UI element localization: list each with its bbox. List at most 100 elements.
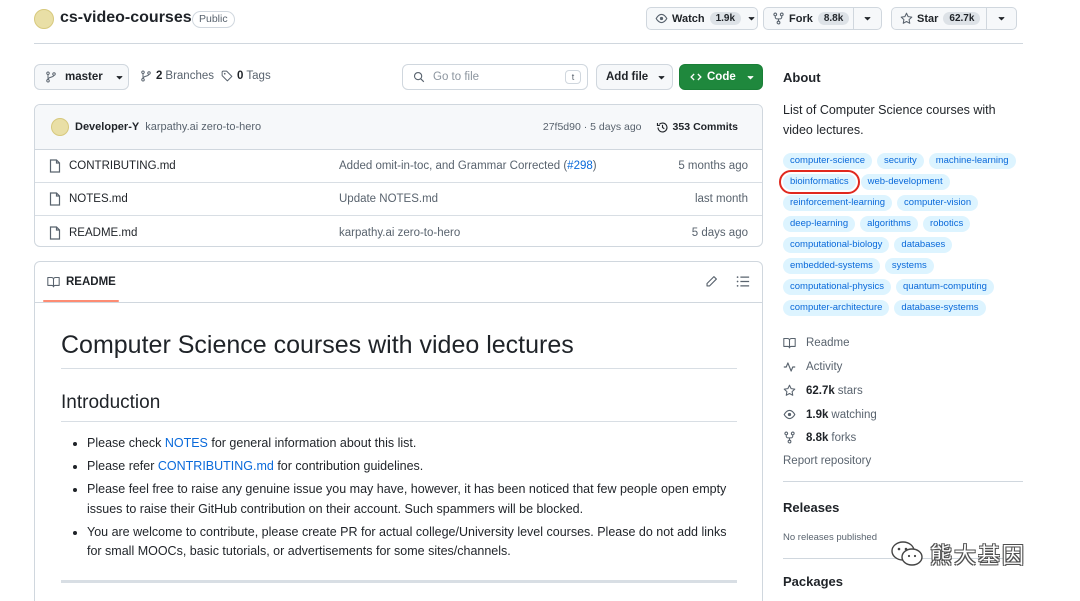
branch-icon — [45, 71, 57, 83]
chevron-down-icon — [997, 14, 1006, 23]
file-name[interactable]: CONTRIBUTING.md — [69, 160, 339, 172]
topics-list: computer-science security machine-learning… — [779, 153, 1028, 316]
topic-tag[interactable]: computational-biology — [783, 237, 890, 253]
history-icon — [656, 121, 669, 134]
file-commit-message[interactable]: Update NOTES.md — [339, 193, 438, 205]
avatar[interactable] — [51, 118, 69, 136]
commit-author[interactable]: Developer-Y — [75, 121, 139, 133]
fork-count: 8.8k — [817, 12, 850, 25]
eye-icon — [655, 12, 668, 25]
file-name[interactable]: NOTES.md — [69, 193, 339, 205]
watching-link[interactable]: 1.9k watching — [783, 408, 877, 421]
no-releases-text: No releases published — [783, 532, 878, 543]
tab-readme[interactable]: README — [35, 262, 116, 302]
topic-tag[interactable]: computer-architecture — [783, 300, 890, 316]
notes-link[interactable]: NOTES — [165, 436, 208, 450]
stars-link[interactable]: 62.7k stars — [783, 384, 863, 397]
fork-icon — [783, 431, 797, 444]
report-repository-link[interactable]: Report repository — [783, 455, 871, 467]
topic-tag[interactable]: computer-vision — [897, 195, 979, 211]
file-row[interactable]: README.md karpathy.ai zero-to-hero 5 day… — [35, 216, 762, 246]
commit-message[interactable]: karpathy.ai zero-to-hero — [145, 121, 261, 133]
activity-link[interactable]: Activity — [783, 361, 842, 373]
file-row[interactable]: CONTRIBUTING.md Added omit-in-toc, and G… — [35, 150, 762, 183]
star-count: 62.7k — [943, 12, 981, 25]
list-item: Please feel free to raise any genuine is… — [87, 480, 727, 519]
fork-dropdown-button[interactable] — [853, 7, 882, 30]
file-name[interactable]: README.md — [69, 227, 339, 239]
topic-tag[interactable]: algorithms — [860, 216, 918, 232]
packages-heading[interactable]: Packages — [783, 574, 843, 589]
fork-button[interactable]: Fork 8.8k — [763, 7, 854, 30]
search-icon — [413, 71, 425, 83]
list-item: Please check NOTES for general informati… — [87, 434, 727, 454]
readme-link[interactable]: Readme — [783, 337, 849, 349]
file-row[interactable]: NOTES.md Update NOTES.md last month — [35, 183, 762, 216]
list-item: Please refer CONTRIBUTING.md for contrib… — [87, 457, 727, 477]
list-item-text: Please feel free to raise any genuine is… — [87, 482, 727, 516]
tags-link[interactable]: 0 Tags — [221, 70, 271, 82]
file-commit-message[interactable]: karpathy.ai zero-to-hero — [339, 227, 460, 239]
pr-link[interactable]: #298 — [567, 160, 593, 172]
commits-link[interactable]: 353 Commits — [656, 121, 738, 134]
forks-link[interactable]: 8.8k forks — [783, 431, 856, 444]
list-item-text: You are welcome to contribute, please cr… — [87, 524, 727, 559]
file-age: 5 days ago — [691, 226, 748, 239]
topic-tag[interactable]: systems — [884, 258, 934, 274]
readme-header-divider — [35, 302, 762, 303]
list-item-text: Please refer — [87, 459, 158, 473]
topic-tag[interactable]: computational-physics — [783, 279, 891, 295]
chevron-down-icon — [747, 14, 756, 23]
outline-list-icon[interactable] — [736, 275, 750, 288]
header-divider — [34, 43, 1023, 44]
topic-tag[interactable]: web-development — [860, 174, 950, 190]
go-to-file-input[interactable]: Go to file t — [402, 64, 588, 90]
branch-selector[interactable]: master — [34, 64, 129, 90]
file-age: 5 months ago — [678, 160, 748, 172]
sidebar-divider — [783, 481, 1023, 482]
book-icon — [47, 276, 60, 288]
file-age: last month — [694, 193, 748, 205]
topic-tag[interactable]: machine-learning — [928, 153, 1016, 169]
topic-tag[interactable]: computer-science — [783, 153, 872, 169]
file-icon — [49, 225, 61, 240]
file-icon — [49, 192, 61, 206]
heading-divider — [61, 368, 737, 369]
list-item-text: for general information about this list. — [207, 436, 417, 450]
readme-title: Computer Science courses with video lect… — [61, 331, 574, 359]
contributing-link[interactable]: CONTRIBUTING.md — [158, 459, 274, 473]
pulse-icon — [783, 361, 797, 373]
topic-tag[interactable]: embedded-systems — [783, 258, 880, 274]
topic-tag[interactable]: robotics — [922, 216, 971, 232]
star-button[interactable]: Star 62.7k — [891, 7, 987, 30]
go-to-file-placeholder: Go to file — [433, 71, 480, 83]
watching-count: 1.9k — [806, 408, 829, 421]
code-button[interactable]: Code — [679, 64, 763, 90]
commit-hash-time[interactable]: 27f5d90 · 5 days ago — [543, 121, 642, 133]
file-commit-message[interactable]: Added omit-in-toc, and Grammar Corrected… — [339, 160, 597, 172]
topic-tag[interactable]: databases — [894, 237, 953, 253]
pencil-icon[interactable] — [705, 275, 718, 288]
about-heading: About — [783, 70, 821, 85]
branches-count: 2 — [156, 70, 163, 82]
topic-tag[interactable]: bioinformatics — [779, 170, 860, 194]
star-label: Star — [917, 12, 939, 25]
repo-name[interactable]: cs-video-courses — [60, 9, 192, 27]
topic-tag[interactable]: database-systems — [894, 300, 986, 316]
releases-heading[interactable]: Releases — [783, 500, 839, 515]
topic-tag[interactable]: deep-learning — [783, 216, 856, 232]
add-file-button[interactable]: Add file — [596, 64, 673, 90]
eye-icon — [783, 408, 797, 421]
branches-link[interactable]: 2 Branches — [140, 70, 214, 82]
stars-label: stars — [837, 384, 863, 397]
repo-owner-avatar[interactable] — [34, 9, 54, 29]
topic-tag[interactable]: security — [876, 153, 924, 169]
watermark: 熊大基因 — [890, 538, 1026, 570]
topic-tag[interactable]: quantum-computing — [896, 279, 994, 295]
topic-tag[interactable]: reinforcement-learning — [783, 195, 893, 211]
star-list-dropdown-button[interactable] — [986, 7, 1017, 30]
readme-tab-label: README — [66, 276, 116, 288]
watch-button[interactable]: Watch 1.9k — [646, 7, 758, 30]
list-item-text: Please check — [87, 436, 165, 450]
readme-section-heading: Introduction — [61, 392, 161, 413]
